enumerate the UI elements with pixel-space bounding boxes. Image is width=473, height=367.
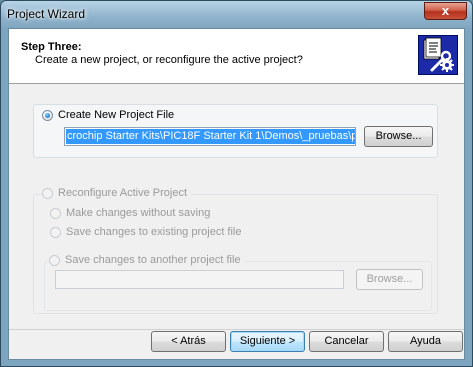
create-new-label: Create New Project File [58,109,175,122]
window-title: Project Wizard [7,7,86,21]
close-icon: x [441,3,450,18]
help-button[interactable]: Ayuda [388,331,463,352]
wizard-header: Step Three: Create a new project, or rec… [9,29,464,84]
save-another-group: Save changes to another project file Bro… [44,254,432,311]
wizard-body: Create New Project File crochip Starter … [9,84,464,359]
dialog-client: Step Three: Create a new project, or rec… [8,28,465,360]
cancel-button[interactable]: Cancelar [309,331,384,352]
option-make-changes-row[interactable]: Make changes without saving [50,207,210,219]
reconfigure-group: Reconfigure Active Project Make changes … [33,187,438,314]
project-wizard-window: Project Wizard x Step Three: Create a ne… [0,0,473,367]
step-description: Create a new project, or reconfigure the… [35,54,303,66]
option-make-changes-label: Make changes without saving [66,207,211,220]
title-bar[interactable]: Project Wizard x [1,1,472,28]
create-new-group: Create New Project File crochip Starter … [33,104,438,158]
browse-another-button[interactable]: Browse... [356,269,423,290]
option-save-existing-row[interactable]: Save changes to existing project file [50,226,242,238]
close-button[interactable]: x [424,2,467,20]
next-button[interactable]: Siguiente > [230,331,305,352]
footer-divider [9,329,464,330]
create-new-radio[interactable] [42,109,53,121]
project-path-input[interactable]: crochip Starter Kits\PIC18F Starter Kit … [64,127,356,146]
option-save-existing-radio[interactable] [50,226,61,238]
option-save-another-radio[interactable] [49,254,60,266]
option-save-existing-label: Save changes to existing project file [66,226,242,239]
option-save-another-label: Save changes to another project file [65,254,241,267]
reconfigure-label: Reconfigure Active Project [58,187,188,200]
step-title: Step Three: [21,41,82,53]
wizard-tools-icon [418,35,458,75]
option-save-another-row[interactable]: Save changes to another project file [49,254,245,267]
project-path-value: crochip Starter Kits\PIC18F Starter Kit … [66,129,355,144]
create-new-radio-row[interactable]: Create New Project File [42,109,174,121]
reconfigure-radio-row[interactable]: Reconfigure Active Project [42,187,192,200]
another-path-input[interactable] [55,270,344,289]
option-make-changes-radio[interactable] [50,207,61,219]
back-button[interactable]: < Atrás [151,331,226,352]
browse-button[interactable]: Browse... [364,126,433,147]
reconfigure-radio[interactable] [42,187,53,199]
